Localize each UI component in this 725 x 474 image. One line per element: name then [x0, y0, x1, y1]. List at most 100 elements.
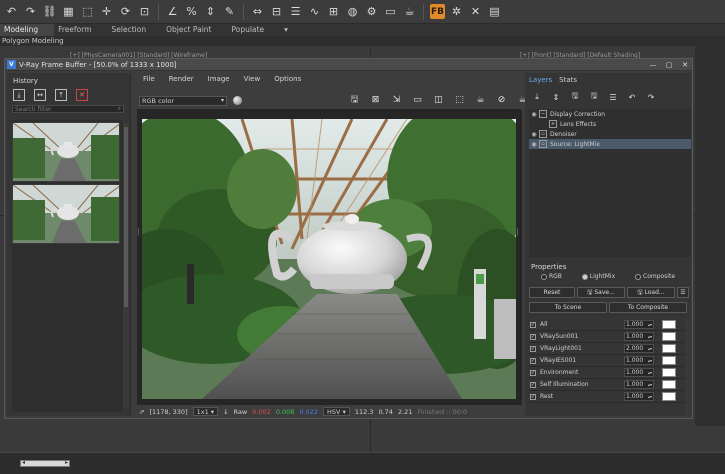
select-icon[interactable]: ⬚	[80, 4, 95, 19]
options-list-icon[interactable]: ☰	[677, 287, 689, 298]
channel-checkbox[interactable]: ✓	[530, 333, 536, 340]
compare-icon[interactable]: ◫	[431, 92, 446, 107]
radio-composite[interactable]: Composite	[635, 273, 675, 280]
menu-file[interactable]: File	[143, 73, 155, 85]
menu-image[interactable]: Image	[208, 73, 230, 85]
history-remove-icon[interactable]: ✕	[76, 89, 88, 101]
history-ab-compare-icon[interactable]: ↔	[34, 89, 46, 101]
channel-color-swatch[interactable]	[662, 320, 676, 329]
undo-icon[interactable]: ↶	[4, 4, 19, 19]
channel-color-swatch[interactable]	[662, 356, 676, 365]
stop-render-icon[interactable]: ⊘	[494, 92, 509, 107]
layer-item[interactable]: ◉ ▫ Denoiser	[529, 129, 691, 139]
channel-checkbox[interactable]: ✓	[530, 369, 536, 376]
render-view[interactable]: ▏ ▏	[137, 109, 522, 405]
layer-checkbox[interactable]: +	[549, 120, 557, 128]
rendered-image[interactable]	[142, 119, 516, 399]
channel-value-spinner[interactable]: 1.000 ▴▾	[624, 356, 654, 365]
save-layers-icon[interactable]: 🖫	[569, 91, 581, 103]
srgb-icon[interactable]: ▭	[410, 92, 425, 107]
save-image-icon[interactable]: 🖫	[347, 92, 362, 107]
to-composite-button[interactable]: To Composite	[609, 302, 687, 313]
grid-icon[interactable]: ▦	[61, 4, 76, 19]
material-editor-icon[interactable]: ◍	[345, 4, 360, 19]
vray-grid-icon[interactable]: ▤	[487, 4, 502, 19]
color-mode-select[interactable]: HSV ▾	[323, 407, 350, 416]
tab-stats[interactable]: Stats	[559, 76, 577, 85]
region-render-icon[interactable]: ⬚	[452, 92, 467, 107]
channel-value-spinner[interactable]: 2.000 ▴▾	[624, 344, 654, 353]
interactive-render-icon[interactable]: ☕	[473, 92, 488, 107]
curve-editor-icon[interactable]: ∿	[307, 4, 322, 19]
percent-snap-icon[interactable]: %	[184, 4, 199, 19]
eye-icon[interactable]: ◉	[529, 131, 539, 138]
eye-icon[interactable]: ◉	[529, 111, 539, 118]
ribbon-tab-freeform[interactable]: Freeform	[54, 24, 107, 36]
layer-item[interactable]: + Lens Effects	[529, 119, 691, 129]
channel-color-swatch[interactable]	[662, 344, 676, 353]
time-slider[interactable]: ◂ ▸	[20, 459, 70, 467]
radio-lightmix[interactable]: LightMix	[581, 273, 615, 280]
color-corrections-icon[interactable]	[233, 96, 242, 105]
channel-color-swatch[interactable]	[662, 332, 676, 341]
channel-select[interactable]: RGB color ▾	[139, 96, 227, 106]
ribbon-tab-populate[interactable]: Populate	[227, 24, 280, 36]
save-button[interactable]: 🖫 Save...	[577, 287, 625, 298]
history-thumbnail[interactable]	[12, 122, 120, 182]
channel-value-spinner[interactable]: 1.000 ▴▾	[624, 332, 654, 341]
ribbon-tab-selection[interactable]: Selection	[108, 24, 163, 36]
move-icon[interactable]: ✛	[99, 4, 114, 19]
history-scrollbar[interactable]	[123, 123, 129, 408]
history-search-input[interactable]: Search filter ⌕	[12, 105, 124, 113]
menu-render[interactable]: Render	[169, 73, 194, 85]
layer-explorer-icon[interactable]: ☰	[288, 4, 303, 19]
move-layer-icon[interactable]: ⇕	[550, 91, 562, 103]
channel-value-spinner[interactable]: 1.000 ▴▾	[624, 368, 654, 377]
snap-icon[interactable]: ∠	[165, 4, 180, 19]
channel-value-spinner[interactable]: 1.000 ▴▾	[624, 320, 654, 329]
layer-list-icon[interactable]: ☰	[607, 91, 619, 103]
history-save-icon[interactable]: ⤓	[13, 89, 25, 101]
layer-item[interactable]: ◉ − Display Correction	[529, 109, 691, 119]
to-scene-button[interactable]: To Scene	[529, 302, 607, 313]
rotate-icon[interactable]: ⟳	[118, 4, 133, 19]
channel-checkbox[interactable]: ✓	[530, 381, 536, 388]
tab-layers[interactable]: Layers	[529, 76, 552, 85]
right-arrow-icon[interactable]: ▏	[517, 229, 522, 236]
menu-view[interactable]: View	[244, 73, 261, 85]
align-icon[interactable]: ⊟	[269, 4, 284, 19]
load-layers-icon[interactable]: 🖫	[588, 91, 600, 103]
render-setup-icon[interactable]: ⚙	[364, 4, 379, 19]
spinner-snap-icon[interactable]: ⇕	[203, 4, 218, 19]
channel-checkbox[interactable]: ✓	[530, 393, 536, 400]
channel-checkbox[interactable]: ✓	[530, 345, 536, 352]
schematic-icon[interactable]: ⊞	[326, 4, 341, 19]
add-layer-icon[interactable]: ⤓	[531, 91, 543, 103]
channel-checkbox[interactable]: ✓	[530, 321, 536, 328]
expand-icon[interactable]: −	[539, 110, 547, 118]
properties-scrollbar[interactable]	[685, 319, 690, 415]
reset-button[interactable]: Reset	[529, 287, 575, 298]
load-button[interactable]: 🖫 Load...	[627, 287, 675, 298]
ribbon-tab-object-paint[interactable]: Object Paint	[162, 24, 227, 36]
ribbon-expand-icon[interactable]: ▾	[280, 24, 304, 36]
link-icon[interactable]: ⛓	[42, 4, 57, 19]
window-titlebar[interactable]: V V-Ray Frame Buffer - [50.0% of 1333 x …	[5, 59, 692, 71]
clear-image-icon[interactable]: ⊠	[368, 92, 383, 107]
minimize-icon[interactable]: —	[648, 60, 658, 69]
undo-layer-icon[interactable]: ↶	[626, 91, 638, 103]
channel-color-swatch[interactable]	[662, 392, 676, 401]
menu-options[interactable]: Options	[274, 73, 301, 85]
eye-icon[interactable]: ◉	[529, 141, 539, 148]
channel-value-spinner[interactable]: 1.000 ▴▾	[624, 392, 654, 401]
render-icon[interactable]: ☕	[402, 4, 417, 19]
redo-icon[interactable]: ↷	[23, 4, 38, 19]
scale-icon[interactable]: ⊡	[137, 4, 152, 19]
zoom-select[interactable]: 1x1 ▾	[192, 407, 219, 416]
vray-light-icon[interactable]: ✲	[449, 4, 464, 19]
history-list[interactable]	[12, 120, 123, 412]
vray-frame-buffer-icon[interactable]: FB	[430, 4, 445, 19]
follow-mouse-icon[interactable]: ⇲	[389, 92, 404, 107]
pick-pixel-icon[interactable]: ⇗	[139, 408, 144, 416]
maximize-icon[interactable]: ▢	[664, 60, 674, 69]
